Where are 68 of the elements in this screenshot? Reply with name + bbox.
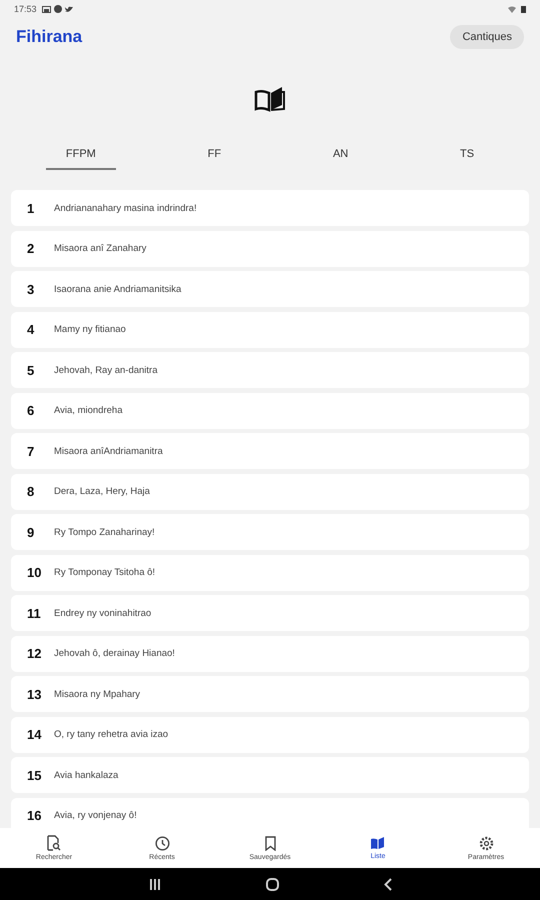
- tab[interactable]: FF: [188, 142, 242, 170]
- hymn-number: 10: [27, 565, 42, 580]
- wifi-icon: [508, 6, 516, 12]
- hymn-title: Mamy ny fitianao: [54, 324, 126, 335]
- hymn-title: Misaora anî Zanahary: [54, 243, 146, 254]
- hymn-title: O, ry tany rehetra avia izao: [54, 729, 168, 740]
- hymn-title: Isaorana anie Andriamanitsika: [54, 284, 182, 294]
- hymn-number: 16: [27, 808, 42, 823]
- hymn-title: Misaora anîAndriamanitra: [54, 446, 163, 456]
- hymn-title: Dera, Laza, Hery, Haja: [54, 486, 150, 497]
- image-icon: [42, 6, 51, 12]
- hymn-number: 6: [27, 403, 36, 418]
- hymn-number: 14: [27, 727, 42, 742]
- hymn-title: Jehovah ô, derainay Hianao!: [54, 648, 175, 659]
- hymn-title: Andriananahary masina indrindra!: [54, 202, 197, 214]
- hymn-row[interactable]: 5 Jehovah, Ray an-danitra: [11, 352, 529, 388]
- back-icon[interactable]: [384, 878, 392, 890]
- bookmark-icon: [264, 836, 276, 850]
- hymn-row[interactable]: 4 Mamy ny fitianao: [11, 312, 529, 348]
- tab[interactable]: AN: [312, 142, 368, 170]
- tab[interactable]: FFPM: [46, 142, 116, 170]
- hymn-row[interactable]: 14 O, ry tany rehetra avia izao: [11, 716, 529, 752]
- hymn-row[interactable]: 13 Misaora ny Mpahary: [11, 676, 529, 712]
- recent-apps-icon[interactable]: [148, 878, 160, 890]
- hymn-title: Jehovah, Ray an-danitra: [54, 364, 158, 376]
- hymn-number: 13: [27, 686, 42, 702]
- bird-icon: [64, 6, 74, 12]
- hymn-title: Avia, ry vonjenay ô!: [54, 810, 137, 821]
- status-time: 17:53: [14, 4, 37, 14]
- hymn-row[interactable]: 8 Dera, Laza, Hery, Haja: [11, 474, 529, 510]
- hymn-number: 8: [27, 484, 36, 499]
- hymn-number: 12: [27, 646, 42, 661]
- hymn-row[interactable]: 7 Misaora anîAndriamanitra: [11, 433, 529, 469]
- open-book-icon: [254, 86, 286, 112]
- hymn-title: Endrey ny voninahitrao: [54, 608, 152, 618]
- hymn-row[interactable]: 16 Avia, ry vonjenay ô!: [11, 798, 529, 828]
- document-search-icon: [47, 835, 61, 851]
- home-icon[interactable]: [266, 878, 278, 890]
- cantiques-button[interactable]: Cantiques: [450, 25, 524, 49]
- hymn-number: 1: [27, 200, 36, 216]
- hymn-number: 9: [27, 524, 36, 540]
- hymn-row[interactable]: 10 Ry Tomponay Tsitoha ô!: [11, 554, 529, 590]
- hymn-row[interactable]: 9 Ry Tompo Zanaharinay!: [11, 514, 529, 550]
- hymn-title: Avia hankalaza: [54, 770, 118, 780]
- hymn-row[interactable]: 2 Misaora anî Zanahary: [11, 230, 529, 266]
- hymn-number: 7: [27, 444, 36, 458]
- hymn-title: Ry Tompo Zanaharinay!: [54, 526, 155, 538]
- hymn-title: Ry Tomponay Tsitoha ô!: [54, 567, 156, 578]
- hymn-row[interactable]: 15 Avia hankalaza: [11, 757, 529, 793]
- app-title: Fihirana: [16, 27, 82, 47]
- hymn-title: Misaora ny Mpahary: [54, 688, 140, 700]
- hymn-row[interactable]: 12 Jehovah ô, derainay Hianao!: [11, 636, 529, 672]
- tab[interactable]: TS: [440, 142, 494, 170]
- clock-icon: [154, 836, 170, 850]
- hymn-row[interactable]: 6 Avia, miondreha: [11, 392, 529, 428]
- hymn-row[interactable]: 11 Endrey ny voninahitrao: [11, 595, 529, 631]
- hymn-number: 2: [27, 241, 36, 256]
- hymn-number: 15: [27, 768, 42, 782]
- hymn-row[interactable]: 1 Andriananahary masina indrindra!: [11, 190, 529, 226]
- hymn-row[interactable]: 3 Isaorana anie Andriamanitsika: [11, 271, 529, 307]
- hymn-title: Avia, miondreha: [54, 405, 122, 416]
- settings-icon: [478, 836, 494, 850]
- battery-icon: [521, 5, 526, 13]
- hymn-number: 3: [27, 282, 36, 296]
- hymn-number: 4: [27, 322, 36, 337]
- book-icon: [370, 836, 386, 850]
- hymn-number: 11: [27, 606, 42, 620]
- hymn-number: 5: [27, 362, 36, 378]
